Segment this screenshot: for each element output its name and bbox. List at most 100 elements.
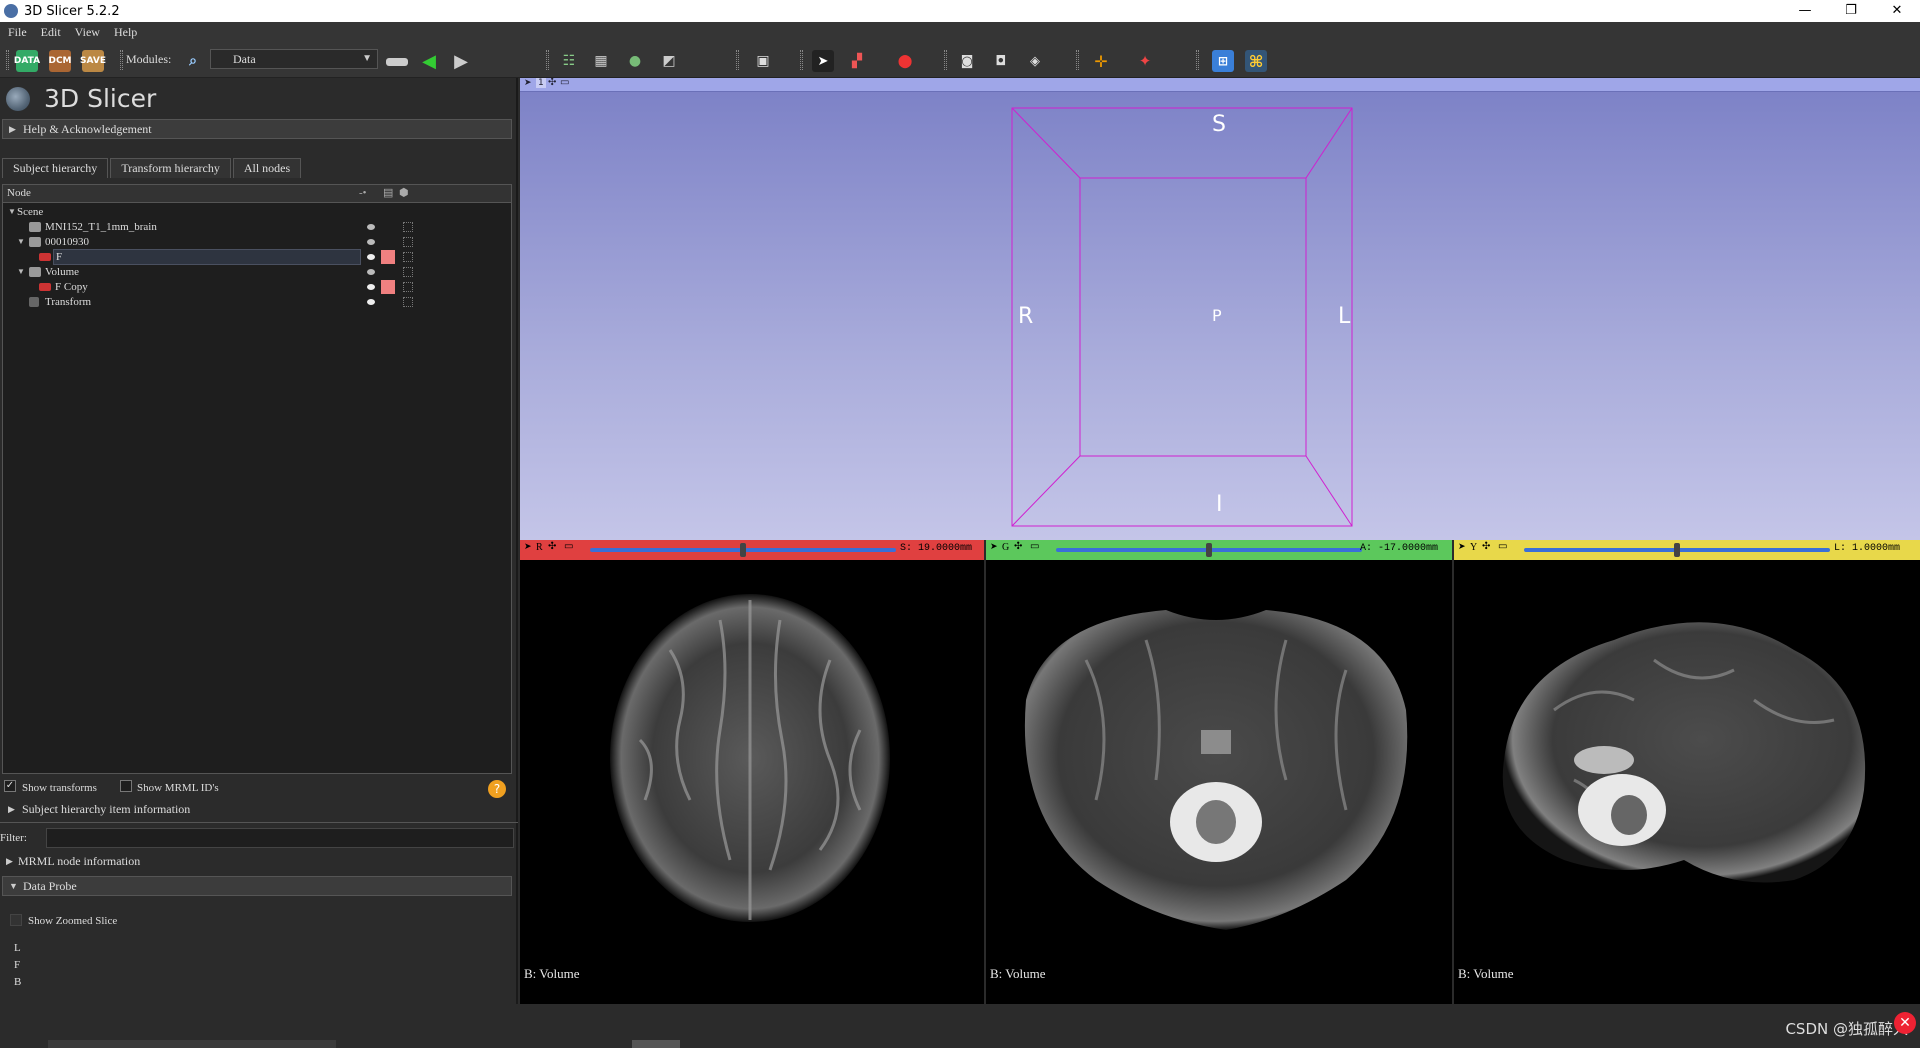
mrml-node-info-section[interactable]: ▶ MRML node information <box>2 852 512 872</box>
module-selector[interactable]: Data ▼ <box>210 49 378 69</box>
model-icon[interactable]: ● <box>624 50 646 72</box>
toolbar-grip[interactable] <box>120 50 123 70</box>
pointer-icon[interactable]: ➤ <box>812 50 834 72</box>
show-zoomed-slice-checkbox[interactable] <box>10 914 22 926</box>
slice-view-green[interactable]: B: Volume <box>986 560 1452 1004</box>
transform-cell-icon[interactable] <box>403 297 413 307</box>
show-transforms-checkbox[interactable]: ✓ <box>4 780 16 792</box>
tab-all-nodes[interactable]: All nodes <box>232 158 302 178</box>
link-icon[interactable]: ✣ <box>1014 541 1022 552</box>
volume-cube-icon[interactable]: ▦ <box>590 50 612 72</box>
maximize-view-icon[interactable]: ▭ <box>1030 541 1039 552</box>
slider-handle[interactable] <box>1206 543 1212 557</box>
node-color-swatch[interactable] <box>381 280 395 294</box>
maximize-view-icon[interactable]: ▭ <box>1498 541 1507 552</box>
menu-view[interactable]: View <box>75 25 100 40</box>
taskbar-item[interactable] <box>48 1040 336 1048</box>
pin-icon[interactable]: ➤ <box>1458 542 1466 552</box>
maximize-view-icon[interactable]: ▭ <box>564 541 573 552</box>
scene-view-icon[interactable]: ◘ <box>990 50 1012 72</box>
color-column-icon[interactable]: ▤ <box>383 185 393 202</box>
show-mrml-ids-checkbox[interactable] <box>120 780 132 792</box>
slider-handle[interactable] <box>740 543 746 557</box>
toolbar-grip[interactable] <box>6 50 9 70</box>
transform-cell-icon[interactable] <box>403 252 413 262</box>
chevron-right-icon: ▶ <box>6 856 13 866</box>
tab-transform-hierarchy[interactable]: Transform hierarchy <box>110 158 231 178</box>
hierarchy-tabs: Subject hierarchy Transform hierarchy Al… <box>2 158 303 178</box>
menu-help[interactable]: Help <box>114 25 137 40</box>
toolbar-grip[interactable] <box>944 50 947 70</box>
transform-cell-icon[interactable] <box>403 267 413 277</box>
filter-input[interactable] <box>46 828 514 848</box>
visibility-icon[interactable] <box>367 224 375 230</box>
close-overlay-icon[interactable]: ✕ <box>1894 1012 1916 1034</box>
transform-cell-icon[interactable] <box>403 282 413 292</box>
load-data-button[interactable]: DATA <box>14 50 40 72</box>
markup-icon[interactable]: ▞ <box>846 50 868 72</box>
menu-file[interactable]: File <box>8 25 27 40</box>
toolbar-grip[interactable] <box>1196 50 1199 70</box>
load-dicom-button[interactable]: DCM <box>48 50 72 72</box>
toolbar-grip[interactable] <box>1076 50 1079 70</box>
tree-header-node: Node <box>7 187 31 199</box>
sh-item-info-section[interactable]: ▶ Subject hierarchy item information <box>2 800 512 820</box>
visibility-icon[interactable] <box>367 254 375 260</box>
extensions-icon[interactable]: ⊞ <box>1212 50 1234 72</box>
view-3d-controller-bar: ➤ 1 ✣ ▭ <box>520 77 1920 92</box>
slider-handle[interactable] <box>1674 543 1680 557</box>
transform-icon[interactable]: ✦ <box>1134 50 1156 72</box>
pin-icon[interactable]: ➤ <box>524 78 532 88</box>
data-probe-section[interactable]: ▼ Data Probe <box>2 876 512 896</box>
visibility-icon[interactable] <box>367 284 375 290</box>
toolbar-grip[interactable] <box>546 50 549 70</box>
visibility-icon[interactable] <box>367 299 375 305</box>
show-mrml-ids-label: Show MRML ID's <box>137 782 219 794</box>
layout-tree-icon[interactable]: ☷ <box>558 50 580 72</box>
save-button[interactable]: SAVE <box>80 50 106 72</box>
visibility-icon[interactable] <box>367 239 375 245</box>
toolbar-grip[interactable] <box>736 50 739 70</box>
slice-view-yellow[interactable]: B: Volume <box>1454 560 1920 1004</box>
link-icon[interactable]: ✣ <box>548 541 556 552</box>
transform-column-icon[interactable]: ⬢ <box>399 185 409 202</box>
pin-icon[interactable]: ➤ <box>524 542 532 552</box>
transform-cell-icon[interactable] <box>403 237 413 247</box>
toolbar-grip[interactable] <box>800 50 803 70</box>
subject-hierarchy-tree[interactable]: Node -• ▤ ⬢ ▼ Scene MNI152_T1_1mm_brain … <box>2 184 512 774</box>
taskbar-item[interactable] <box>632 1040 680 1048</box>
slice-view-red[interactable]: B: Volume <box>520 560 984 1004</box>
help-icon[interactable]: ? <box>488 780 506 798</box>
menu-edit[interactable]: Edit <box>41 25 61 40</box>
mrml-node-info-label: MRML node information <box>18 854 141 868</box>
forward-arrow-icon[interactable]: ▶ <box>450 50 472 72</box>
back-arrow-icon[interactable]: ◀ <box>418 50 440 72</box>
transform-cell-icon[interactable] <box>403 222 413 232</box>
python-console-icon[interactable]: ⌘ <box>1245 50 1267 72</box>
close-button[interactable]: ✕ <box>1874 0 1920 22</box>
node-color-swatch[interactable] <box>381 250 395 264</box>
module-history-icon[interactable] <box>386 58 408 66</box>
visibility-column-icon[interactable]: -• <box>359 185 367 202</box>
restore-button[interactable]: ❐ <box>1828 0 1874 22</box>
screenshot-icon[interactable]: ◙ <box>956 50 978 72</box>
probe-layer-b: B <box>14 976 22 988</box>
visibility-icon[interactable] <box>367 269 375 275</box>
help-acknowledgement-section[interactable]: ▶ Help & Acknowledgement <box>2 119 512 139</box>
module-search-icon[interactable]: ⌕ <box>182 50 204 72</box>
crosshair-icon[interactable]: ✛ <box>1090 50 1112 72</box>
link-icon[interactable]: ✣ <box>548 77 556 88</box>
tab-subject-hierarchy[interactable]: Subject hierarchy <box>2 158 109 178</box>
maximize-view-icon[interactable]: ▭ <box>560 77 569 88</box>
capture-icon[interactable]: ◈ <box>1024 50 1046 72</box>
link-icon[interactable]: ✣ <box>1482 541 1490 552</box>
view-3d[interactable]: S I R L P <box>520 78 1920 540</box>
axial-brain-image <box>610 594 890 922</box>
slice-green-controller: ➤ G ✣ ▭ A: -17.0000mm <box>986 540 1452 560</box>
layout-icon[interactable]: ▣ <box>752 50 774 72</box>
tree-row-transform[interactable]: Transform <box>3 293 511 311</box>
crop-icon[interactable]: ◩ <box>658 50 680 72</box>
place-point-icon[interactable]: ⬤ <box>894 50 916 72</box>
pin-icon[interactable]: ➤ <box>990 542 998 552</box>
minimize-button[interactable]: — <box>1782 0 1828 22</box>
